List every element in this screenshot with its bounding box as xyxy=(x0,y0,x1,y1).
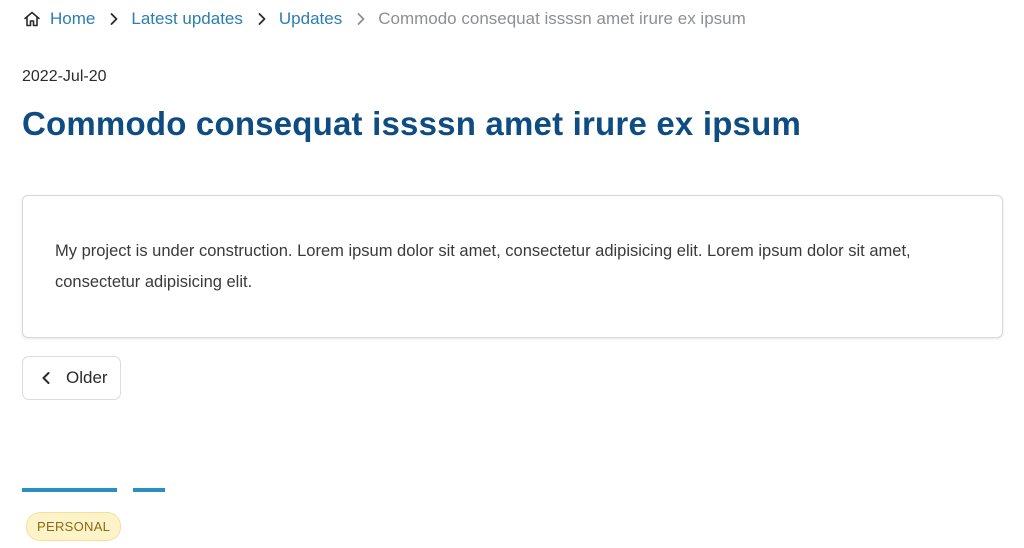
breadcrumb: Home Latest updates Updates Commodo cons… xyxy=(22,7,746,31)
post-date: 2022-Jul-20 xyxy=(22,68,107,85)
chevron-left-icon xyxy=(42,372,50,384)
breadcrumb-updates[interactable]: Updates xyxy=(279,9,342,29)
breadcrumb-latest-updates[interactable]: Latest updates xyxy=(131,9,243,29)
content-body: My project is under construction. Lorem … xyxy=(55,242,911,291)
older-button[interactable]: Older xyxy=(22,356,121,400)
chevron-right-icon xyxy=(357,13,365,25)
home-icon xyxy=(24,11,40,27)
tag-badge[interactable]: PERSONAL xyxy=(26,512,122,541)
chevron-right-icon xyxy=(258,13,266,25)
breadcrumb-home[interactable]: Home xyxy=(22,9,95,29)
page-title: Commodo consequat issssn amet irure ex i… xyxy=(22,105,802,142)
chevron-right-icon xyxy=(110,13,118,25)
page: Home Latest updates Updates Commodo cons… xyxy=(0,0,1024,548)
divider-line xyxy=(22,488,117,492)
breadcrumb-home-link[interactable]: Home xyxy=(50,9,95,29)
content-card: My project is under construction. Lorem … xyxy=(22,195,1003,338)
breadcrumb-current: Commodo consequat issssn amet irure ex i… xyxy=(378,9,746,28)
divider-line-short xyxy=(133,488,165,492)
older-button-label: Older xyxy=(66,368,108,387)
